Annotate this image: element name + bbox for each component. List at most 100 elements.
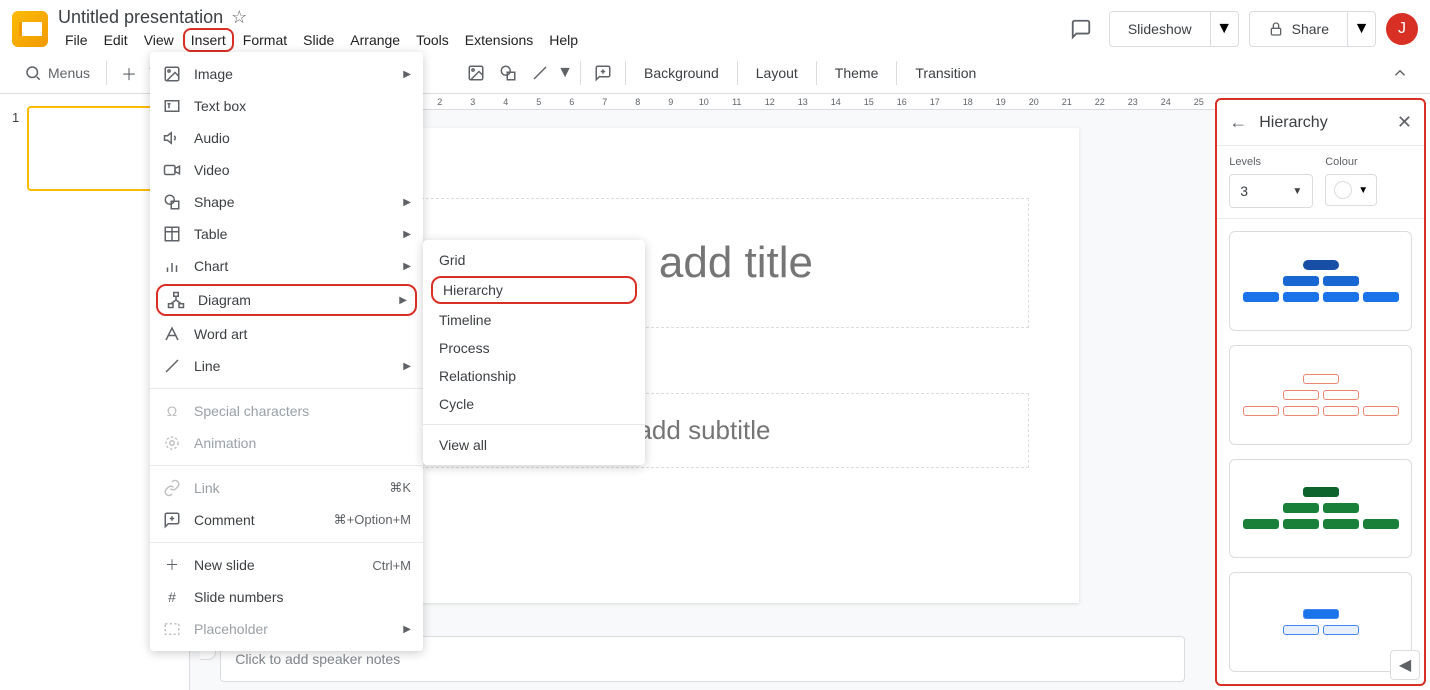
insert-shape-icon[interactable] [494, 59, 522, 87]
menu-separator [150, 388, 423, 389]
hierarchy-sidebar: ← Hierarchy ✕ Levels 3 ▼ Colour ▼ [1215, 98, 1426, 686]
template-list[interactable] [1217, 219, 1424, 684]
chevron-right-icon: ▶ [403, 69, 411, 80]
audio-icon [162, 128, 182, 148]
image-icon [162, 64, 182, 84]
insert-slide-numbers-label: Slide numbers [194, 589, 284, 605]
menu-tools[interactable]: Tools [409, 28, 456, 52]
share-dropdown[interactable]: ▼ [1348, 11, 1376, 47]
hierarchy-template-4[interactable] [1229, 572, 1412, 672]
explore-button[interactable]: ◀ [1390, 650, 1420, 680]
diagram-relationship[interactable]: Relationship [423, 362, 645, 390]
insert-audio[interactable]: Audio [150, 122, 423, 154]
menu-arrange[interactable]: Arrange [343, 28, 407, 52]
new-slide-icon: ＋ [162, 555, 182, 575]
slide-number: 1 [12, 106, 19, 191]
star-icon[interactable]: ☆ [231, 7, 247, 28]
diagram-cycle[interactable]: Cycle [423, 390, 645, 418]
back-icon[interactable]: ← [1229, 112, 1247, 133]
menu-file[interactable]: File [58, 28, 95, 52]
text-box-icon [162, 96, 182, 116]
diagram-hierarchy[interactable]: Hierarchy [431, 276, 637, 304]
insert-new-slide-label: New slide [194, 557, 255, 573]
toolbar-separator [106, 61, 107, 85]
insert-animation: Animation [150, 427, 423, 459]
menu-help[interactable]: Help [542, 28, 585, 52]
insert-special-chars-label: Special characters [194, 403, 309, 419]
slide-numbers-icon: # [162, 587, 182, 607]
diagram-submenu: Grid Hierarchy Timeline Process Relation… [423, 240, 645, 465]
new-slide-button[interactable]: ＋ [115, 59, 143, 87]
chevron-right-icon: ▶ [403, 229, 411, 240]
background-button[interactable]: Background [634, 59, 729, 87]
insert-chart[interactable]: Chart ▶ [150, 250, 423, 282]
colour-label: Colour [1325, 156, 1377, 168]
layout-button[interactable]: Layout [746, 59, 808, 87]
insert-new-slide[interactable]: ＋ New slide Ctrl+M [150, 549, 423, 581]
menus-search[interactable]: Menus [16, 60, 98, 86]
diagram-view-all[interactable]: View all [423, 431, 645, 459]
insert-table-label: Table [194, 226, 227, 242]
menu-view[interactable]: View [137, 28, 181, 52]
menu-edit[interactable]: Edit [97, 28, 135, 52]
diagram-timeline[interactable]: Timeline [423, 306, 645, 334]
link-icon [162, 478, 182, 498]
menu-separator [423, 424, 645, 425]
insert-text-box[interactable]: Text box [150, 90, 423, 122]
diagram-grid[interactable]: Grid [423, 246, 645, 274]
chevron-right-icon: ▶ [403, 624, 411, 635]
chevron-down-icon: ▼ [1358, 185, 1368, 196]
menu-format[interactable]: Format [236, 28, 294, 52]
insert-comment-icon[interactable] [589, 59, 617, 87]
insert-link-label: Link [194, 480, 220, 496]
insert-shape[interactable]: Shape ▶ [150, 186, 423, 218]
diagram-process[interactable]: Process [423, 334, 645, 362]
comment-history-icon[interactable] [1063, 11, 1099, 47]
insert-image-icon[interactable] [462, 59, 490, 87]
insert-video[interactable]: Video [150, 154, 423, 186]
colour-swatch [1334, 181, 1352, 199]
levels-select[interactable]: 3 ▼ [1229, 174, 1313, 208]
slideshow-dropdown[interactable]: ▼ [1211, 11, 1239, 47]
menu-insert[interactable]: Insert [183, 28, 234, 52]
chevron-right-icon: ▶ [403, 261, 411, 272]
insert-table[interactable]: Table ▶ [150, 218, 423, 250]
menu-extensions[interactable]: Extensions [458, 28, 540, 52]
video-icon [162, 160, 182, 180]
slideshow-button[interactable]: Slideshow [1109, 11, 1211, 47]
animation-icon [162, 433, 182, 453]
link-shortcut: ⌘K [389, 480, 411, 496]
avatar[interactable]: J [1386, 13, 1418, 45]
search-icon [24, 64, 42, 82]
menu-slide[interactable]: Slide [296, 28, 341, 52]
word-art-icon [162, 324, 182, 344]
doc-title[interactable]: Untitled presentation [58, 7, 223, 28]
insert-slide-numbers[interactable]: # Slide numbers [150, 581, 423, 613]
chevron-right-icon: ▶ [403, 361, 411, 372]
hierarchy-template-2[interactable] [1229, 345, 1412, 445]
insert-dropdown: Image ▶ Text box Audio Video Shape ▶ Tab… [150, 52, 423, 651]
colour-select[interactable]: ▼ [1325, 174, 1377, 206]
insert-diagram[interactable]: Diagram ▶ [156, 284, 417, 316]
hide-menus-icon[interactable] [1386, 59, 1414, 87]
share-button[interactable]: Share [1249, 11, 1348, 47]
insert-audio-label: Audio [194, 130, 230, 146]
insert-word-art[interactable]: Word art [150, 318, 423, 350]
insert-comment-label: Comment [194, 512, 255, 528]
insert-diagram-label: Diagram [198, 292, 251, 308]
theme-button[interactable]: Theme [825, 59, 889, 87]
close-icon[interactable]: ✕ [1397, 112, 1412, 133]
insert-line-label: Line [194, 358, 220, 374]
hierarchy-template-1[interactable] [1229, 231, 1412, 331]
comment-icon [162, 510, 182, 530]
transition-button[interactable]: Transition [905, 59, 986, 87]
hierarchy-template-3[interactable] [1229, 459, 1412, 559]
insert-image[interactable]: Image ▶ [150, 58, 423, 90]
comment-shortcut: ⌘+Option+M [334, 512, 411, 528]
insert-line-icon[interactable] [526, 59, 554, 87]
insert-comment[interactable]: Comment ⌘+Option+M [150, 504, 423, 536]
insert-line[interactable]: Line ▶ [150, 350, 423, 382]
line-dropdown[interactable]: ▼ [558, 59, 572, 87]
new-slide-shortcut: Ctrl+M [372, 558, 411, 573]
slides-logo[interactable] [12, 11, 48, 47]
